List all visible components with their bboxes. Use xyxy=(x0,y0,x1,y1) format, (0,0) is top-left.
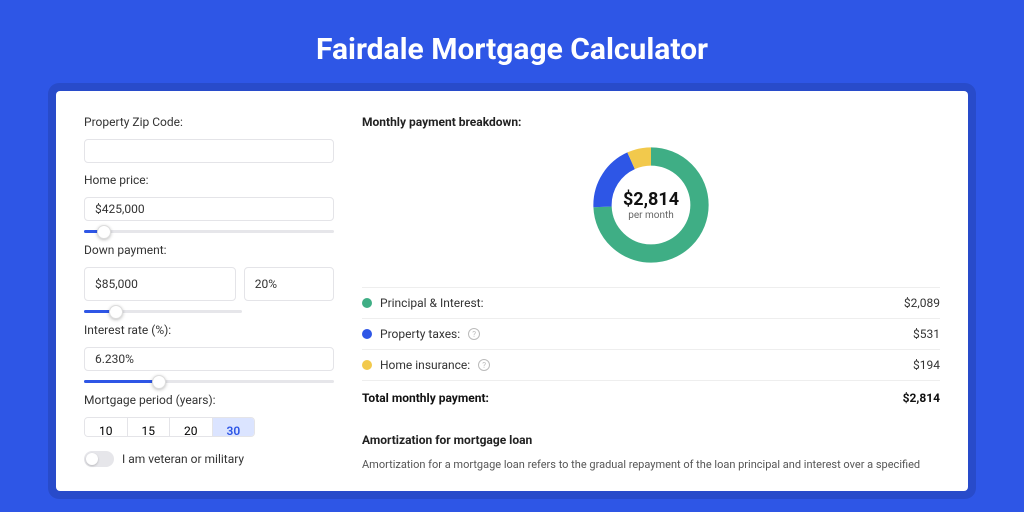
page-title: Fairdale Mortgage Calculator xyxy=(0,0,1024,91)
legend-row: Home insurance:? $194 xyxy=(362,350,940,381)
results-panel: Monthly payment breakdown: $2,814 per mo… xyxy=(362,115,940,467)
legend-row: Property taxes:? $531 xyxy=(362,319,940,350)
legend-value: $531 xyxy=(913,327,940,341)
rate-slider[interactable] xyxy=(84,380,334,383)
legend-dot-icon xyxy=(362,360,372,370)
donut-amount: $2,814 xyxy=(623,189,679,210)
amort-title: Amortization for mortgage loan xyxy=(362,433,940,447)
term-30[interactable]: 30 xyxy=(213,418,255,436)
legend-dot-icon xyxy=(362,329,372,339)
zip-input[interactable] xyxy=(84,139,334,163)
legend-row: Principal & Interest: $2,089 xyxy=(362,288,940,319)
amort-text: Amortization for a mortgage loan refers … xyxy=(362,457,940,474)
home-price-slider[interactable] xyxy=(84,230,334,233)
calculator-card: Property Zip Code: Home price: Down paym… xyxy=(56,91,968,491)
home-price-input[interactable] xyxy=(84,197,334,221)
legend: Principal & Interest: $2,089 Property taxe… xyxy=(362,287,940,381)
down-payment-input[interactable] xyxy=(84,267,236,301)
term-10[interactable]: 10 xyxy=(85,418,128,436)
veteran-label: I am veteran or military xyxy=(122,452,244,466)
rate-label: Interest rate (%): xyxy=(84,323,334,337)
zip-label: Property Zip Code: xyxy=(84,115,334,129)
down-payment-pct-input[interactable] xyxy=(244,267,334,301)
term-15[interactable]: 15 xyxy=(128,418,171,436)
term-20[interactable]: 20 xyxy=(170,418,213,436)
legend-label: Home insurance: xyxy=(380,358,470,372)
term-group: 10152030 xyxy=(84,417,255,437)
down-payment-slider[interactable] xyxy=(84,310,242,313)
home-price-label: Home price: xyxy=(84,173,334,187)
period-label: Mortgage period (years): xyxy=(84,393,334,407)
legend-dot-icon xyxy=(362,298,372,308)
breakdown-title: Monthly payment breakdown: xyxy=(362,115,940,129)
legend-value: $194 xyxy=(913,358,940,372)
total-label: Total monthly payment: xyxy=(362,391,489,405)
breakdown-donut: $2,814 per month xyxy=(587,141,715,269)
info-icon[interactable]: ? xyxy=(478,359,490,371)
rate-input[interactable] xyxy=(84,347,334,371)
donut-sub: per month xyxy=(628,210,674,221)
legend-value: $2,089 xyxy=(904,296,940,310)
input-panel: Property Zip Code: Home price: Down paym… xyxy=(84,115,334,467)
down-payment-label: Down payment: xyxy=(84,243,334,257)
total-value: $2,814 xyxy=(903,391,940,405)
legend-label: Principal & Interest: xyxy=(380,296,484,310)
info-icon[interactable]: ? xyxy=(468,328,480,340)
legend-label: Property taxes: xyxy=(380,327,460,341)
amortization-section: Amortization for mortgage loan Amortizat… xyxy=(362,433,940,474)
veteran-toggle[interactable] xyxy=(84,451,114,467)
